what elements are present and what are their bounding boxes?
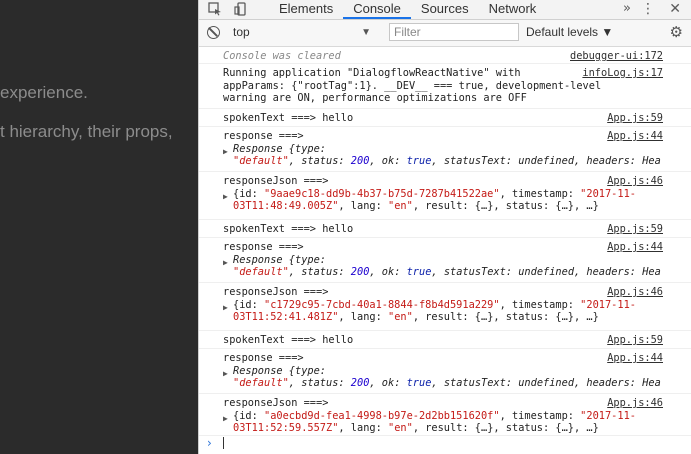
devtools-tabs: Elements Console Sources Network bbox=[269, 0, 546, 19]
log-text: responseJson ===> bbox=[223, 397, 329, 409]
tab-network[interactable]: Network bbox=[479, 0, 547, 19]
console-message: spokenText ===> hello App.js:59 bbox=[199, 220, 691, 238]
console-message: spokenText ===> hello App.js:59 bbox=[199, 109, 691, 127]
object-preview: "default", status: 200, ok: true, status… bbox=[233, 266, 661, 278]
console-message: response ===> ▶ Response {type: "default… bbox=[199, 349, 691, 394]
log-text: appParams: {"rootTag":1}. __DEV__ === tr… bbox=[223, 79, 602, 92]
source-link[interactable]: debugger-ui:172 bbox=[570, 50, 663, 63]
more-tabs-button[interactable]: » bbox=[623, 0, 631, 18]
source-link[interactable]: App.js:46 bbox=[607, 175, 663, 188]
expand-triangle-icon[interactable]: ▶ bbox=[223, 146, 228, 159]
context-selector[interactable]: top ▼ bbox=[233, 23, 379, 42]
console-message: response ===> ▶ Response {type: "default… bbox=[199, 127, 691, 172]
console-message: responseJson ===> ▶ {id: "9aae9c18-dd9b-… bbox=[199, 172, 691, 220]
context-value: top bbox=[233, 25, 250, 39]
source-link[interactable]: App.js:59 bbox=[607, 334, 663, 347]
object-preview: Response {type: bbox=[233, 364, 326, 377]
console-message: responseJson ===> ▶ {id: "c1729c95-7cbd-… bbox=[199, 283, 691, 331]
console-message: Console was cleared debugger-ui:172 bbox=[199, 47, 691, 64]
log-text: warning are ON, performance optimization… bbox=[223, 92, 527, 104]
log-levels-dropdown[interactable]: Default levels ▼ bbox=[526, 23, 613, 42]
tab-console[interactable]: Console bbox=[343, 0, 411, 19]
log-text: responseJson ===> bbox=[223, 286, 329, 298]
preview-text-line-2: t hierarchy, their props, bbox=[0, 122, 173, 141]
source-link[interactable]: infoLog.js:17 bbox=[582, 67, 663, 80]
chevron-down-icon: ▼ bbox=[361, 27, 371, 38]
filter-input[interactable] bbox=[389, 23, 519, 41]
log-text: spokenText ===> hello bbox=[223, 223, 354, 235]
object-preview: 03T11:52:59.557Z", lang: "en", result: {… bbox=[233, 422, 599, 434]
source-link[interactable]: App.js:59 bbox=[607, 223, 663, 236]
object-preview: {id: "c1729c95-7cbd-40a1-8844-f8b4d591a2… bbox=[233, 298, 636, 311]
source-link[interactable]: App.js:44 bbox=[607, 241, 663, 254]
console-message: spokenText ===> hello App.js:59 bbox=[199, 331, 691, 349]
source-link[interactable]: App.js:46 bbox=[607, 397, 663, 410]
console-message: response ===> ▶ Response {type: "default… bbox=[199, 238, 691, 283]
preview-text-line-1: experience. bbox=[0, 83, 88, 102]
log-text: response ===> bbox=[223, 130, 304, 142]
inspect-element-icon[interactable] bbox=[207, 1, 223, 17]
object-preview: "default", status: 200, ok: true, status… bbox=[233, 377, 661, 389]
object-preview: 03T11:52:41.481Z", lang: "en", result: {… bbox=[233, 311, 599, 323]
device-toolbar-icon[interactable] bbox=[233, 1, 249, 17]
customize-menu-icon[interactable]: ⋮ bbox=[641, 0, 655, 18]
console-output: Console was cleared debugger-ui:172 Runn… bbox=[199, 47, 691, 454]
object-preview: Response {type: bbox=[233, 253, 326, 266]
object-preview: Response {type: bbox=[233, 142, 326, 155]
console-message: responseJson ===> ▶ {id: "a0ecbd9d-fea1-… bbox=[199, 394, 691, 436]
expand-triangle-icon[interactable]: ▶ bbox=[223, 302, 228, 315]
devtools-toolbar: Elements Console Sources Network » ⋮ ✕ bbox=[199, 0, 691, 20]
object-preview: {id: "a0ecbd9d-fea1-4998-b97e-2d2bb15162… bbox=[233, 409, 636, 422]
log-text: responseJson ===> bbox=[223, 175, 329, 187]
source-link[interactable]: App.js:44 bbox=[607, 352, 663, 365]
clear-console-icon[interactable] bbox=[207, 26, 220, 39]
log-text: response ===> bbox=[223, 241, 304, 253]
gear-icon[interactable]: ⚙ bbox=[670, 23, 683, 42]
app-preview-panel: experience. t hierarchy, their props, bbox=[0, 0, 198, 454]
close-icon[interactable]: ✕ bbox=[669, 0, 681, 18]
console-filter-bar: top ▼ Default levels ▼ ⚙ bbox=[199, 20, 691, 47]
expand-triangle-icon[interactable]: ▶ bbox=[223, 257, 228, 270]
prompt-chevron-icon: › bbox=[207, 436, 212, 450]
log-text: spokenText ===> hello bbox=[223, 334, 354, 346]
console-prompt-row[interactable]: › bbox=[199, 436, 691, 452]
expand-triangle-icon[interactable]: ▶ bbox=[223, 368, 228, 381]
console-input-caret[interactable] bbox=[223, 437, 224, 449]
object-preview: 03T11:48:49.005Z", lang: "en", result: {… bbox=[233, 200, 599, 212]
log-text: spokenText ===> hello bbox=[223, 112, 354, 124]
tab-sources[interactable]: Sources bbox=[411, 0, 479, 19]
console-message: Running application "DialogflowReactNati… bbox=[199, 64, 691, 109]
log-text: response ===> bbox=[223, 352, 304, 364]
source-link[interactable]: App.js:44 bbox=[607, 130, 663, 143]
expand-triangle-icon[interactable]: ▶ bbox=[223, 413, 228, 426]
object-preview: {id: "9aae9c18-dd9b-4b37-b75d-7287b41522… bbox=[233, 187, 636, 200]
source-link[interactable]: App.js:46 bbox=[607, 286, 663, 299]
expand-triangle-icon[interactable]: ▶ bbox=[223, 191, 228, 204]
devtools-panel: Elements Console Sources Network » ⋮ ✕ t… bbox=[198, 0, 691, 454]
object-preview: "default", status: 200, ok: true, status… bbox=[233, 155, 661, 167]
source-link[interactable]: App.js:59 bbox=[607, 112, 663, 125]
tab-elements[interactable]: Elements bbox=[269, 0, 343, 19]
